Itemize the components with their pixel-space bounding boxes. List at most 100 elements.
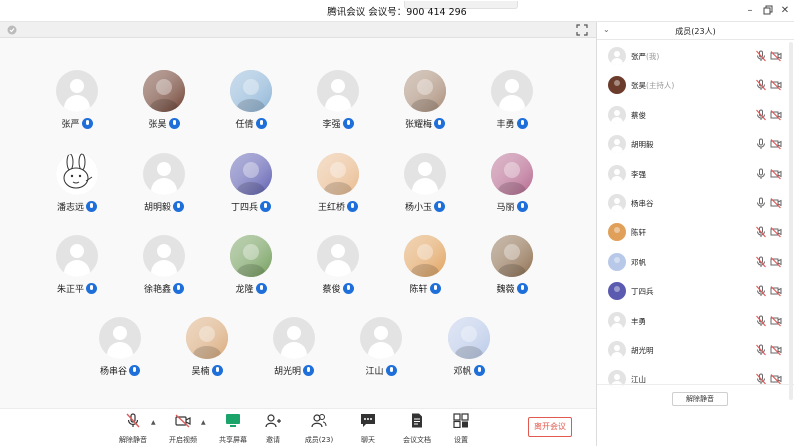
unmute-button[interactable]: 解除静音: [113, 413, 153, 445]
participant-tile[interactable]: 王红桥: [303, 153, 373, 214]
participant-name-row: 魏薇: [496, 282, 528, 295]
leave-meeting-button[interactable]: 离开会议: [528, 417, 572, 437]
video-off-icon[interactable]: [770, 315, 782, 327]
meeting-docs-button[interactable]: 会议文档: [397, 413, 437, 445]
fullscreen-icon[interactable]: [576, 24, 588, 36]
video-off-icon[interactable]: [770, 256, 782, 268]
participant-tile[interactable]: 杨串谷: [85, 317, 155, 378]
close-icon[interactable]: ✕: [779, 5, 791, 17]
mic-status-icon: [385, 365, 397, 376]
member-row[interactable]: 丰勇: [597, 307, 789, 336]
participant-tile[interactable]: 张昊: [129, 70, 199, 131]
participant-tile[interactable]: 蔡俊: [303, 235, 373, 296]
participant-tile[interactable]: 朱正平: [42, 235, 112, 296]
member-row[interactable]: 邓帆: [597, 248, 789, 277]
member-row[interactable]: 胡光明: [597, 336, 789, 365]
mic-muted-icon[interactable]: [755, 256, 767, 268]
member-list-scrollbar[interactable]: [789, 42, 793, 400]
mic-status-icon: [129, 365, 140, 376]
member-row[interactable]: 丁四兵: [597, 277, 789, 306]
participant-tile[interactable]: 丁四兵: [216, 153, 286, 214]
participant-name-row: 吴楠: [191, 364, 223, 377]
mic-muted-icon[interactable]: [755, 50, 767, 62]
participant-tile[interactable]: 张严: [42, 70, 112, 131]
video-options-caret-icon[interactable]: ▲: [201, 419, 206, 426]
participant-tile[interactable]: 张耀梅: [390, 70, 460, 131]
participant-name-row: 胡明毅: [144, 200, 184, 213]
participant-tile[interactable]: 丰勇: [477, 70, 547, 131]
participant-tile[interactable]: 魏薇: [477, 235, 547, 296]
participant-name-row: 张严: [61, 117, 93, 130]
video-off-icon[interactable]: [770, 79, 782, 91]
video-off-icon[interactable]: [770, 197, 782, 209]
participant-tile[interactable]: 任倩: [216, 70, 286, 131]
participant-name: 任倩: [235, 120, 254, 130]
member-row[interactable]: 胡明毅: [597, 130, 789, 159]
member-avatar: [608, 135, 626, 154]
participant-tile[interactable]: 邓帆: [434, 317, 504, 378]
participant-tile[interactable]: 徐艳鑫: [129, 235, 199, 296]
mic-icon[interactable]: [755, 197, 767, 209]
avatar-head: [614, 198, 620, 204]
video-off-icon[interactable]: [770, 285, 782, 297]
mic-muted-icon[interactable]: [755, 226, 767, 238]
avatar-head: [157, 244, 171, 258]
member-name: 丁四兵: [631, 287, 654, 297]
participant-tile[interactable]: 李强: [303, 70, 373, 131]
avatar-body: [281, 342, 307, 359]
mic-muted-icon[interactable]: [755, 344, 767, 356]
video-off-icon[interactable]: [770, 344, 782, 356]
audio-options-caret-icon[interactable]: ▲: [151, 419, 156, 426]
members-panel: ⌄ 成员(23人) 张严(我) 张昊(主持人) 蔡俊 胡明毅 李强 杨串谷 陈轩 邓帆 丁四兵丰…: [596, 22, 794, 446]
video-off-icon[interactable]: [770, 138, 782, 150]
minimize-icon[interactable]: –: [744, 5, 756, 17]
participant-tile[interactable]: 杨小玉: [390, 153, 460, 214]
member-name: 胡明毅: [631, 140, 654, 150]
member-row[interactable]: 蔡俊: [597, 101, 789, 130]
mic-muted-icon[interactable]: [755, 315, 767, 327]
mic-icon[interactable]: [755, 168, 767, 180]
avatar-head: [614, 168, 620, 175]
member-row[interactable]: 李强: [597, 160, 789, 189]
mic-icon[interactable]: [755, 138, 767, 150]
member-name-group: 蔡俊: [631, 110, 646, 121]
shield-icon[interactable]: [6, 24, 18, 36]
member-row[interactable]: 张严(我): [597, 42, 789, 71]
invite-button[interactable]: 邀请: [253, 413, 293, 445]
member-name: 李强: [631, 169, 646, 179]
member-role: (我): [646, 52, 660, 61]
participant-name: 潘志远: [56, 203, 84, 213]
participant-tile[interactable]: 马丽: [477, 153, 547, 214]
participant-tile[interactable]: 龙隆: [216, 235, 286, 296]
settings-button[interactable]: 设置: [441, 413, 481, 445]
participant-tile[interactable]: 潘志远: [42, 153, 112, 214]
mic-muted-icon[interactable]: [755, 285, 767, 297]
members-button[interactable]: 成员(23): [299, 413, 339, 445]
video-off-icon[interactable]: [770, 226, 782, 238]
participant-tile[interactable]: 江山: [346, 317, 416, 378]
mic-status-icon: [516, 201, 528, 212]
settings-label: 设置: [454, 436, 468, 444]
video-off-icon[interactable]: [770, 168, 782, 180]
participant-tile[interactable]: 胡光明: [259, 317, 329, 378]
member-row[interactable]: 陈轩: [597, 218, 789, 247]
restore-icon[interactable]: [762, 5, 774, 17]
start-video-button[interactable]: 开启视频: [163, 413, 203, 445]
video-off-icon[interactable]: [770, 50, 782, 62]
share-screen-button[interactable]: 共享屏幕: [213, 413, 253, 445]
participant-name: 杨串谷: [99, 367, 127, 377]
member-row[interactable]: 江山: [597, 365, 789, 394]
video-off-icon[interactable]: [770, 109, 782, 121]
chat-button[interactable]: 聊天: [348, 413, 388, 445]
member-row[interactable]: 张昊(主持人): [597, 71, 789, 100]
participant-name: 丁四兵: [230, 203, 258, 213]
member-row[interactable]: 杨串谷: [597, 189, 789, 218]
participant-tile[interactable]: 吴楠: [172, 317, 242, 378]
mic-muted-icon[interactable]: [755, 109, 767, 121]
participant-tile[interactable]: 胡明毅: [129, 153, 199, 214]
member-avatar: [608, 370, 626, 389]
member-name: 陈轩: [631, 228, 646, 238]
unmute-all-button[interactable]: 解除静音: [672, 392, 728, 406]
participant-tile[interactable]: 陈轩: [390, 235, 460, 296]
mic-muted-icon[interactable]: [755, 79, 767, 91]
